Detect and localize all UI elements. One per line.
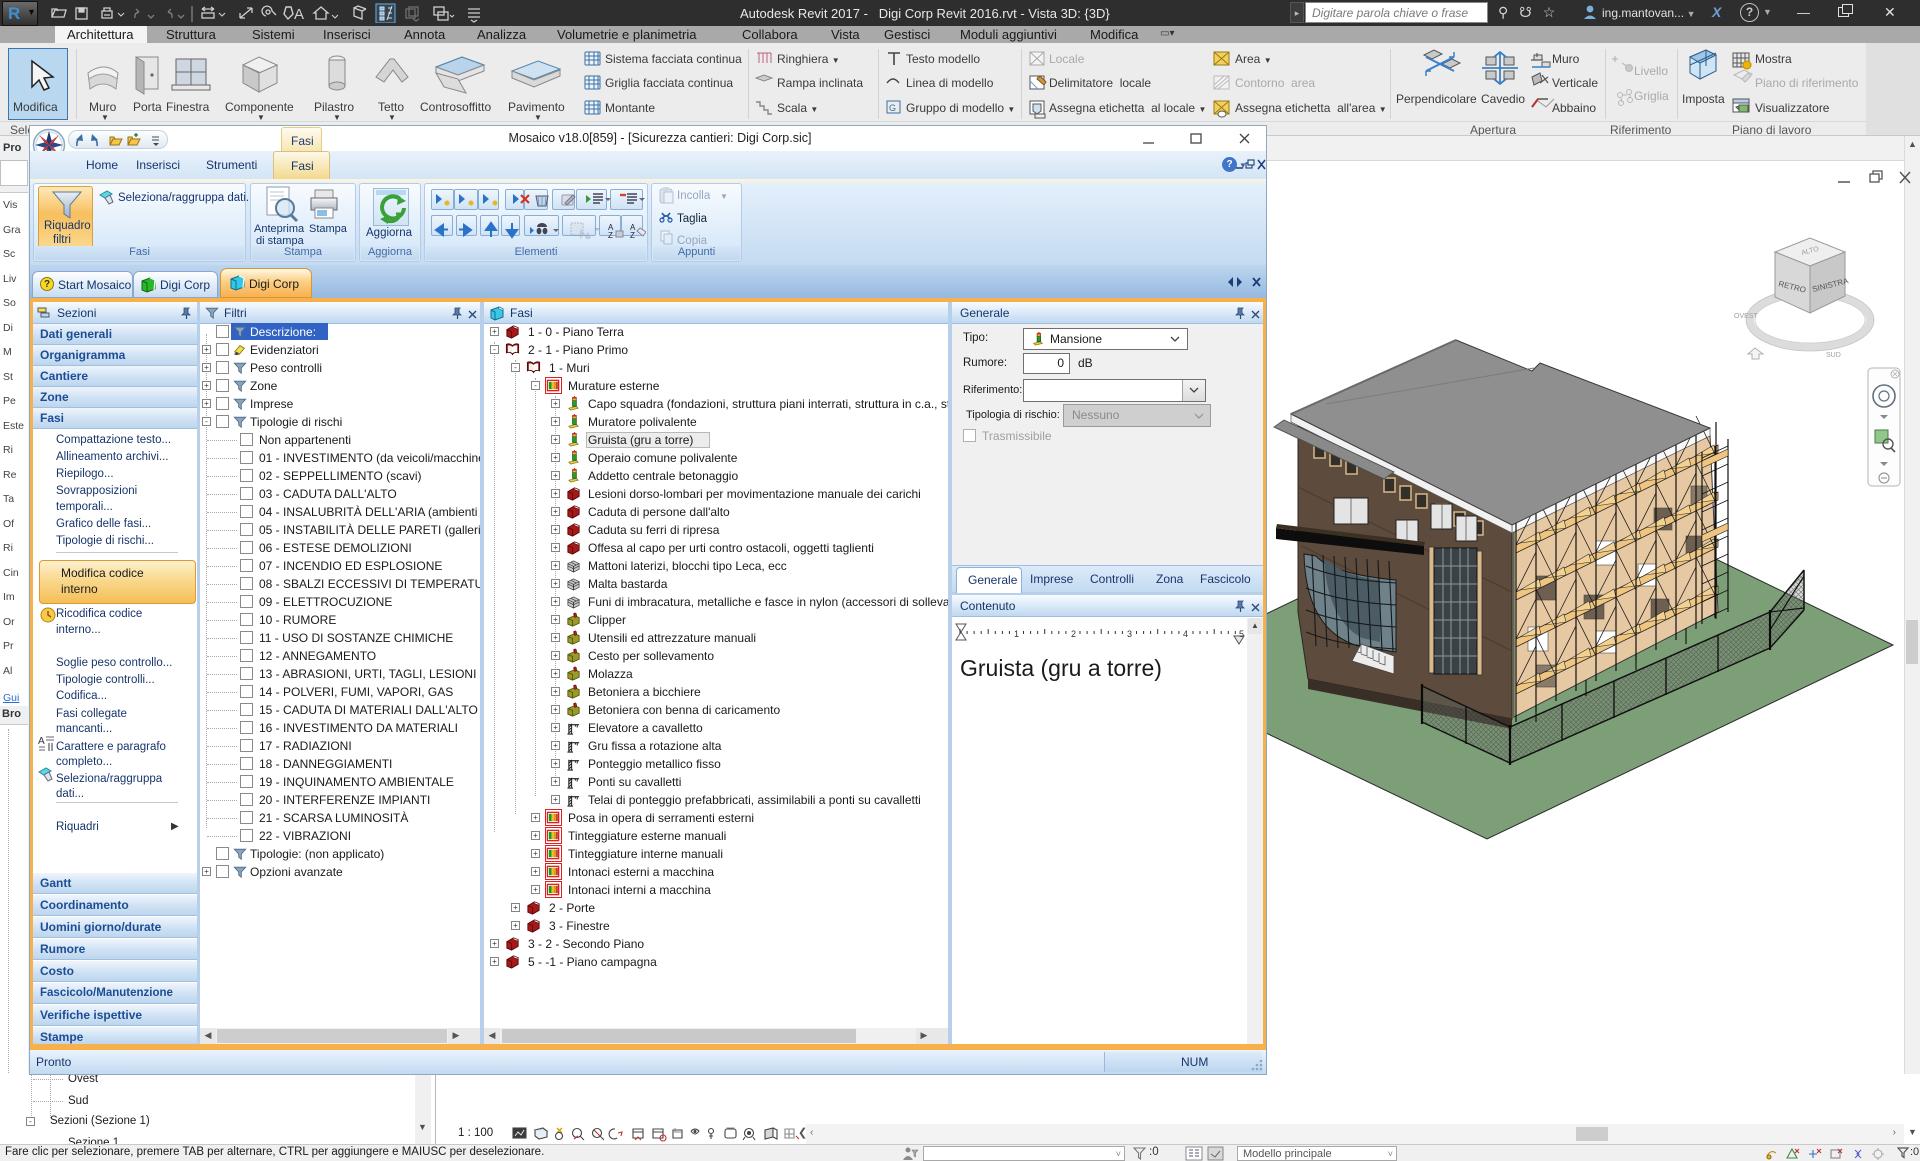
svg-text:Z: Z — [608, 231, 613, 239]
svg-text:OVEST: OVEST — [1734, 313, 1758, 320]
svg-text:SUD: SUD — [1826, 352, 1841, 359]
svg-text:5: 5 — [1239, 629, 1244, 639]
svg-text:4: 4 — [1183, 629, 1188, 639]
svg-text:A: A — [294, 6, 304, 23]
svg-text:3: 3 — [1127, 629, 1132, 639]
svg-text:1: 1 — [1014, 629, 1019, 639]
svg-text:Z: Z — [630, 231, 635, 239]
svg-text:A: A — [38, 736, 45, 747]
svg-text:G: G — [889, 103, 896, 113]
svg-text:2: 2 — [1071, 629, 1076, 639]
